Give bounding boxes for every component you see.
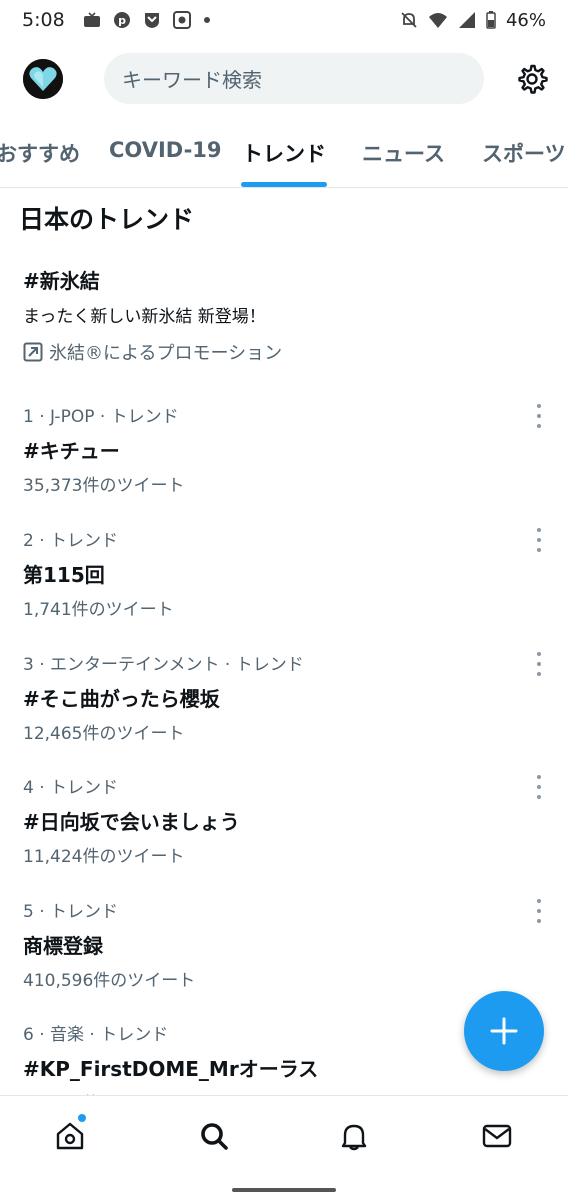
nav-search[interactable] [194, 1116, 234, 1156]
trend-name: 第115回 [23, 563, 105, 587]
trend-count: 410,596件のツイート [23, 971, 196, 991]
trend-name: #キチュー [23, 439, 120, 463]
heart-avatar-icon [23, 59, 63, 99]
svg-text:p: p [118, 14, 126, 27]
nav-messages[interactable] [477, 1116, 517, 1156]
explore-tabs: おすすめ COVID-19 トレンド ニュース スポーツ [0, 124, 568, 188]
gesture-bar [232, 1188, 336, 1192]
notifications-icon [341, 1124, 367, 1151]
trend-meta: 4 · トレンド [23, 778, 119, 798]
active-tab-indicator [241, 182, 327, 187]
more-options-icon[interactable] [529, 899, 549, 923]
more-options-icon[interactable] [529, 652, 549, 676]
search-icon [201, 1123, 228, 1150]
compose-tweet-button[interactable] [464, 991, 544, 1071]
tab-recommended[interactable]: おすすめ [0, 138, 80, 168]
battery-percent: 46% [505, 9, 546, 31]
more-options-icon[interactable] [529, 528, 549, 552]
trend-item[interactable]: 5 · トレンド 商標登録 410,596件のツイート [23, 897, 553, 1007]
trend-count: 1,741件のツイート [23, 600, 174, 620]
tab-news[interactable]: ニュース [362, 138, 445, 168]
promoted-trend[interactable]: #新氷結 まったく新しい新氷結 新登場！ 氷結®によるプロモーション [23, 265, 543, 365]
trend-item[interactable]: 3 · エンターテインメント · トレンド #そこ曲がったら櫻坂 12,465件… [23, 650, 553, 760]
signal-icon [458, 12, 475, 28]
trend-count: 12,465件のツイート [23, 724, 185, 744]
trend-item[interactable]: 4 · トレンド #日向坂で会いましょう 11,424件のツイート [23, 773, 553, 883]
system-icons: 46% [400, 10, 546, 31]
more-options-icon[interactable] [529, 775, 549, 799]
tv-icon [83, 12, 100, 27]
search-input[interactable]: キーワード検索 [104, 53, 484, 104]
trend-count: 35,373件のツイート [23, 476, 185, 496]
tab-trending[interactable]: トレンド [242, 138, 326, 168]
new-content-dot [78, 1114, 86, 1122]
trend-item[interactable]: 2 · トレンド 第115回 1,741件のツイート [23, 526, 553, 636]
tab-sports[interactable]: スポーツ [482, 138, 566, 168]
top-bar: キーワード検索 [0, 44, 568, 114]
nav-home[interactable] [50, 1116, 90, 1156]
messages-icon [482, 1124, 512, 1148]
plus-icon [490, 1017, 518, 1045]
trend-count: 11,424件のツイート [23, 847, 185, 867]
promoted-title: #新氷結 [23, 269, 100, 293]
trend-name: 商標登録 [23, 934, 103, 958]
target-icon [172, 11, 191, 29]
promoted-label: 氷結®によるプロモーション [49, 343, 283, 364]
trend-meta: 5 · トレンド [23, 902, 119, 922]
wifi-icon [428, 13, 447, 28]
pinterest-icon: p [113, 12, 130, 28]
section-title: 日本のトレンド [19, 205, 195, 234]
trend-meta: 1 · J-POP · トレンド [23, 407, 179, 427]
dot-icon [203, 17, 210, 23]
tab-covid19[interactable]: COVID-19 [109, 138, 222, 162]
avatar[interactable] [23, 59, 63, 99]
settings-button[interactable] [514, 61, 550, 97]
battery-icon [486, 11, 496, 29]
status-bar: 5:08 p 46% [0, 0, 568, 40]
status-time: 5:08 [22, 9, 65, 31]
search-placeholder: キーワード検索 [122, 68, 262, 92]
more-options-icon[interactable] [529, 404, 549, 428]
promoted-description: まったく新しい新氷結 新登場！ [23, 307, 266, 327]
trend-name: #そこ曲がったら櫻坂 [23, 687, 220, 711]
trend-item[interactable]: 1 · J-POP · トレンド #キチュー 35,373件のツイート [23, 402, 553, 512]
nav-notifications[interactable] [334, 1116, 374, 1156]
trend-meta: 3 · エンターテインメント · トレンド [23, 655, 304, 675]
mute-bell-icon [401, 12, 417, 28]
trend-name: #日向坂で会いましょう [23, 810, 240, 834]
home-icon [56, 1122, 84, 1150]
promoted-by: 氷結®によるプロモーション [23, 339, 543, 365]
gear-icon [518, 64, 548, 94]
notification-icons: p [83, 11, 211, 29]
trend-meta: 2 · トレンド [23, 531, 119, 551]
promoted-arrow-icon [23, 342, 43, 362]
bottom-navigation [0, 1095, 568, 1199]
shield-app-icon [144, 13, 159, 28]
